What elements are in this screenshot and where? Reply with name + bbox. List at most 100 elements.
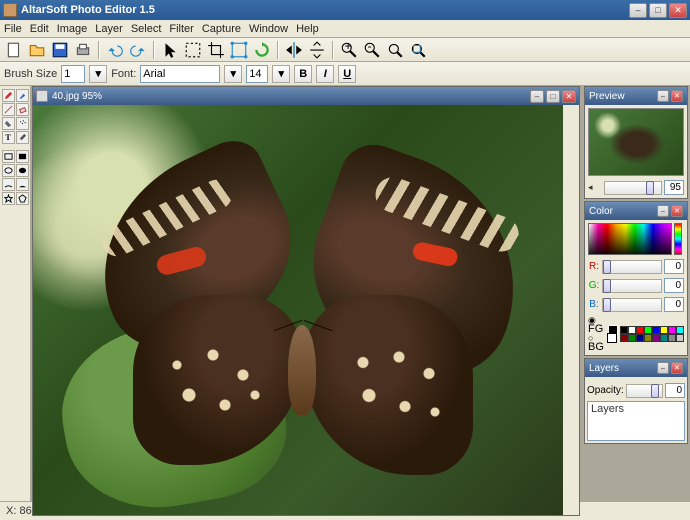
line-tool-icon[interactable] — [2, 103, 15, 116]
font-size-input[interactable] — [246, 65, 268, 83]
swatch[interactable] — [660, 326, 668, 334]
menu-edit[interactable]: Edit — [30, 23, 49, 35]
text-tool-icon[interactable]: T — [2, 131, 15, 144]
font-name-dropdown[interactable]: ▾ — [224, 65, 242, 83]
menu-window[interactable]: Window — [249, 23, 288, 35]
swatch[interactable] — [660, 334, 668, 342]
arc-tool-icon[interactable] — [2, 178, 15, 191]
g-slider[interactable] — [602, 279, 662, 293]
hue-strip[interactable] — [674, 223, 682, 255]
pencil-tool-icon[interactable] — [2, 89, 15, 102]
layer-item[interactable]: Layers — [591, 403, 681, 415]
layers-min-button[interactable]: – — [657, 362, 669, 374]
r-value[interactable]: 0 — [664, 259, 684, 274]
menu-image[interactable]: Image — [57, 23, 88, 35]
swatch[interactable] — [652, 326, 660, 334]
swatch[interactable] — [620, 326, 628, 334]
color-min-button[interactable]: – — [657, 205, 669, 217]
preview-min-button[interactable]: – — [657, 90, 669, 102]
resize-icon[interactable] — [229, 40, 249, 60]
doc-maximize-button[interactable]: □ — [546, 90, 560, 103]
document-titlebar[interactable]: 40.jpg 95% – □ ✕ — [33, 87, 579, 105]
menu-capture[interactable]: Capture — [202, 23, 241, 35]
swatch[interactable] — [636, 334, 644, 342]
ellipse-tool-icon[interactable] — [2, 164, 15, 177]
save-icon[interactable] — [50, 40, 70, 60]
font-name-input[interactable] — [140, 65, 220, 83]
preview-close-button[interactable]: ✕ — [671, 90, 683, 102]
menu-filter[interactable]: Filter — [169, 23, 193, 35]
bucket-tool-icon[interactable] — [2, 117, 15, 130]
filled-arc-tool-icon[interactable] — [16, 178, 29, 191]
print-icon[interactable] — [73, 40, 93, 60]
b-slider[interactable] — [602, 298, 662, 312]
font-size-dropdown[interactable]: ▾ — [272, 65, 290, 83]
menu-layer[interactable]: Layer — [95, 23, 123, 35]
filled-ellipse-tool-icon[interactable] — [16, 164, 29, 177]
close-button[interactable]: ✕ — [669, 3, 687, 18]
b-label: B: — [588, 299, 600, 310]
undo-icon[interactable] — [105, 40, 125, 60]
swatch[interactable] — [676, 334, 684, 342]
r-slider[interactable] — [602, 260, 662, 274]
swatch[interactable] — [644, 326, 652, 334]
eraser-tool-icon[interactable] — [16, 103, 29, 116]
italic-button[interactable]: I — [316, 65, 334, 83]
opacity-slider[interactable] — [626, 384, 663, 398]
color-field[interactable] — [588, 223, 672, 255]
swatch[interactable] — [668, 334, 676, 342]
star-tool-icon[interactable] — [2, 192, 15, 205]
zoom-out-icon[interactable]: - — [362, 40, 382, 60]
crop-icon[interactable] — [206, 40, 226, 60]
fg-label: ◉ FG — [588, 316, 605, 334]
brush-size-input[interactable] — [61, 65, 85, 83]
canvas[interactable] — [33, 105, 563, 515]
menu-file[interactable]: File — [4, 23, 22, 35]
marquee-icon[interactable] — [183, 40, 203, 60]
swatch[interactable] — [620, 334, 628, 342]
swatch[interactable] — [636, 326, 644, 334]
zoom-value[interactable]: 95 — [664, 180, 684, 195]
spray-tool-icon[interactable] — [16, 117, 29, 130]
flip-v-icon[interactable] — [307, 40, 327, 60]
doc-close-button[interactable]: ✕ — [562, 90, 576, 103]
brush-tool-icon[interactable] — [16, 89, 29, 102]
layers-list[interactable]: Layers — [587, 401, 685, 441]
layers-close-button[interactable]: ✕ — [671, 362, 683, 374]
menu-select[interactable]: Select — [131, 23, 162, 35]
new-file-icon[interactable] — [4, 40, 24, 60]
filled-rect-tool-icon[interactable] — [16, 150, 29, 163]
preview-thumbnail[interactable] — [588, 108, 684, 176]
zoom-in-icon[interactable]: + — [339, 40, 359, 60]
brush-size-dropdown[interactable]: ▾ — [89, 65, 107, 83]
opacity-value[interactable]: 0 — [665, 383, 685, 398]
color-close-button[interactable]: ✕ — [671, 205, 683, 217]
zoom-slider[interactable] — [604, 181, 662, 195]
maximize-button[interactable]: □ — [649, 3, 667, 18]
doc-minimize-button[interactable]: – — [530, 90, 544, 103]
swatch[interactable] — [644, 334, 652, 342]
menu-help[interactable]: Help — [296, 23, 319, 35]
zoom-actual-icon[interactable] — [408, 40, 428, 60]
swatch[interactable] — [676, 326, 684, 334]
g-value[interactable]: 0 — [664, 278, 684, 293]
cursor-icon[interactable] — [160, 40, 180, 60]
redo-icon[interactable] — [128, 40, 148, 60]
fgbg-swatch[interactable] — [608, 325, 617, 343]
swatch[interactable] — [668, 326, 676, 334]
zoom-fit-icon[interactable] — [385, 40, 405, 60]
underline-button[interactable]: U — [338, 65, 356, 83]
bold-button[interactable]: B — [294, 65, 312, 83]
swatch[interactable] — [652, 334, 660, 342]
open-file-icon[interactable] — [27, 40, 47, 60]
b-value[interactable]: 0 — [664, 297, 684, 312]
swatch[interactable] — [628, 334, 636, 342]
polygon-tool-icon[interactable] — [16, 192, 29, 205]
rect-tool-icon[interactable] — [2, 150, 15, 163]
color-panel: Color – ✕ R: 0 G: 0 — [584, 201, 688, 356]
eyedropper-tool-icon[interactable] — [16, 131, 29, 144]
rotate-icon[interactable] — [252, 40, 272, 60]
flip-h-icon[interactable] — [284, 40, 304, 60]
minimize-button[interactable]: – — [629, 3, 647, 18]
swatch[interactable] — [628, 326, 636, 334]
